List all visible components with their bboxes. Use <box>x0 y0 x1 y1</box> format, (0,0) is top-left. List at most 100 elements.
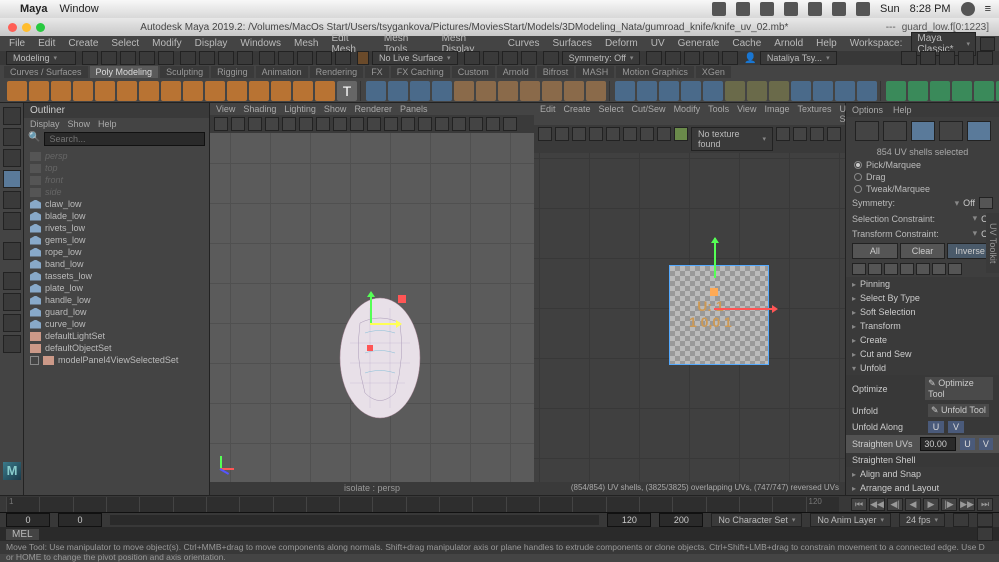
sel-icon[interactable] <box>884 263 898 275</box>
shelf-tab[interactable]: Rendering <box>310 66 364 78</box>
mode-face-btn[interactable] <box>967 121 991 141</box>
polypyramid-icon[interactable] <box>183 81 203 101</box>
shelf-tab[interactable]: MASH <box>576 66 614 78</box>
uv-btn[interactable] <box>827 127 841 141</box>
shelf-icon[interactable] <box>476 81 496 101</box>
status-icon[interactable] <box>939 51 955 65</box>
outliner-item[interactable]: top <box>24 162 209 174</box>
uv-btn[interactable] <box>657 127 671 141</box>
shelf-icon[interactable] <box>454 81 474 101</box>
script-editor-btn[interactable] <box>977 527 993 541</box>
uv-menu[interactable]: Image <box>764 104 789 124</box>
uv-checker-btn[interactable] <box>674 127 688 141</box>
vp-menu-panels[interactable]: Panels <box>400 104 428 114</box>
uv-btn[interactable] <box>793 127 807 141</box>
vp-btn[interactable] <box>333 117 347 131</box>
polypipe-icon[interactable] <box>227 81 247 101</box>
mode-shell-btn[interactable] <box>911 121 935 141</box>
tray-icon[interactable] <box>784 2 798 16</box>
range-track[interactable] <box>110 515 599 525</box>
shelf-icon[interactable] <box>747 81 767 101</box>
wifi-icon[interactable] <box>832 2 846 16</box>
section-arrangelayout[interactable]: Arrange and Layout <box>846 481 999 495</box>
sel-icon[interactable] <box>932 263 946 275</box>
shelf-tab[interactable]: Arnold <box>497 66 535 78</box>
polytorus-icon[interactable] <box>95 81 115 101</box>
vp-btn[interactable] <box>214 117 228 131</box>
uv-canvas[interactable]: U: 11 0,0 1 <box>534 153 845 482</box>
lasso-tool[interactable] <box>3 128 21 146</box>
outliner-item[interactable]: defaultLightSet <box>24 330 209 342</box>
tray-icon[interactable] <box>760 2 774 16</box>
shelf-tab[interactable]: Curves / Surfaces <box>4 66 88 78</box>
zoom-window-button[interactable] <box>36 23 45 32</box>
polytype-icon[interactable]: T <box>337 81 357 101</box>
shelf-tab[interactable]: Rigging <box>211 66 254 78</box>
outliner-item[interactable]: persp <box>24 150 209 162</box>
anim-end-field[interactable] <box>659 513 703 527</box>
texture-dropdown[interactable]: No texture found <box>691 127 773 151</box>
section-softselection[interactable]: Soft Selection <box>846 305 999 319</box>
polysoccer-icon[interactable] <box>293 81 313 101</box>
uv-menu[interactable]: Edit <box>540 104 556 124</box>
vp-btn[interactable] <box>282 117 296 131</box>
unfold-v-btn[interactable]: V <box>948 421 964 433</box>
straighten-u-btn[interactable]: U <box>960 438 974 450</box>
menu-select[interactable]: Select <box>106 38 144 49</box>
shelf-tab[interactable]: Sculpting <box>160 66 209 78</box>
gizmo-z-handle[interactable] <box>367 345 373 351</box>
outliner-item[interactable]: side <box>24 186 209 198</box>
menu-modify[interactable]: Modify <box>147 38 186 49</box>
anim-layer-dropdown[interactable]: No Anim Layer <box>810 513 891 527</box>
shelf-tab[interactable]: Animation <box>256 66 308 78</box>
mode-uv-btn[interactable] <box>939 121 963 141</box>
shelf-icon[interactable] <box>857 81 877 101</box>
shelf-tab[interactable]: FX <box>365 66 389 78</box>
play-back-btn[interactable]: ◀ <box>905 498 921 511</box>
sel-icon[interactable] <box>852 263 866 275</box>
select-clear-btn[interactable]: Clear <box>900 243 946 259</box>
status-icon[interactable] <box>82 51 98 65</box>
shelf-icon[interactable] <box>952 81 972 101</box>
status-icon[interactable] <box>237 51 253 65</box>
straighten-v-btn[interactable]: V <box>979 438 993 450</box>
time-slider[interactable]: M 1120 ⏮ ◀◀ ◀| ◀ ▶ |▶ ▶▶ ⏭ <box>0 495 999 512</box>
status-icon[interactable] <box>901 51 917 65</box>
outliner-menu-help[interactable]: Help <box>98 119 117 129</box>
uv-btn[interactable] <box>606 127 620 141</box>
section-create[interactable]: Create <box>846 333 999 347</box>
shelf-tab[interactable]: Motion Graphics <box>616 66 694 78</box>
vp-btn[interactable] <box>350 117 364 131</box>
status-icon[interactable] <box>199 51 215 65</box>
uv-btn[interactable] <box>555 127 569 141</box>
vp-btn[interactable] <box>469 117 483 131</box>
status-icon[interactable] <box>139 51 155 65</box>
workspace-btn[interactable] <box>980 37 995 51</box>
shelf-icon[interactable] <box>769 81 789 101</box>
menu-cache[interactable]: Cache <box>727 38 766 49</box>
outliner-item[interactable]: modelPanel4ViewSelectedSet <box>24 354 209 366</box>
menu-windows[interactable]: Windows <box>235 38 286 49</box>
symmetry-dropdown[interactable]: Symmetry: Off <box>562 51 641 65</box>
unfold-btn[interactable]: Unfold <box>852 406 924 416</box>
outliner-item[interactable]: gems_low <box>24 234 209 246</box>
fps-dropdown[interactable]: 24 fps <box>899 513 945 527</box>
status-icon[interactable] <box>665 51 681 65</box>
vp-btn[interactable] <box>452 117 466 131</box>
straighten-shell-btn[interactable]: Straighten Shell <box>852 455 924 465</box>
polyprism-icon[interactable] <box>205 81 225 101</box>
vp-btn[interactable] <box>384 117 398 131</box>
outliner-item[interactable]: rivets_low <box>24 222 209 234</box>
prefs-btn[interactable] <box>977 513 993 527</box>
polycone-icon[interactable] <box>73 81 93 101</box>
uv-toolkit-tab[interactable]: UV Toolkit <box>986 213 999 273</box>
status-icon[interactable] <box>502 51 518 65</box>
step-back-btn[interactable]: ◀◀ <box>869 498 885 511</box>
vp-btn[interactable] <box>316 117 330 131</box>
outliner-menu-show[interactable]: Show <box>68 119 91 129</box>
menu-arnold[interactable]: Arnold <box>769 38 808 49</box>
outliner-item[interactable]: front <box>24 174 209 186</box>
unfold-u-btn[interactable]: U <box>928 421 944 433</box>
shelf-tab[interactable]: FX Caching <box>391 66 450 78</box>
status-icon[interactable] <box>464 51 480 65</box>
